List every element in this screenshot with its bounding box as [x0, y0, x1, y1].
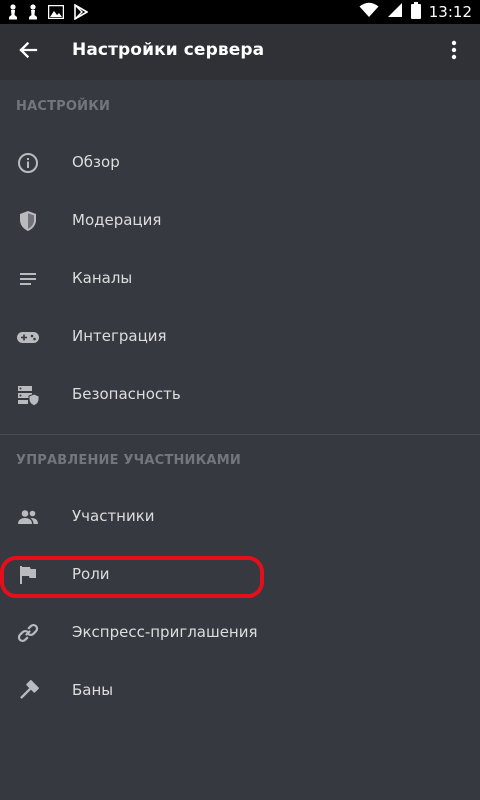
menu-item-label: Участники: [72, 507, 155, 525]
gamepad-icon: [16, 325, 40, 349]
clock: 13:12: [428, 3, 472, 21]
signal-icon: [387, 2, 403, 22]
menu-item-label: Роли: [72, 565, 110, 583]
menu-item-overview[interactable]: Обзор: [0, 134, 480, 192]
info-icon: [16, 151, 40, 175]
menu-item-security[interactable]: Безопасность: [0, 366, 480, 424]
status-bar: 13:12: [0, 0, 480, 24]
status-notifications: [8, 3, 88, 21]
link-icon: [16, 621, 40, 645]
menu-item-bans[interactable]: Баны: [0, 662, 480, 720]
menu-item-instant-invites[interactable]: Экспресс-приглашения: [0, 604, 480, 662]
back-button[interactable]: [8, 32, 48, 72]
chess-pawn-icon: [28, 4, 38, 20]
image-icon: [48, 5, 64, 19]
menu-item-label: Обзор: [72, 153, 120, 171]
menu-item-roles[interactable]: Роли: [0, 546, 480, 604]
flag-icon: [16, 563, 40, 587]
page-title: Настройки сервера: [72, 40, 265, 60]
menu-item-label: Модерация: [72, 211, 162, 229]
shield-icon: [16, 209, 40, 233]
more-vert-icon: [451, 40, 457, 64]
wifi-icon: [359, 2, 379, 22]
section-header-member-management: УПРАВЛЕНИЕ УЧАСТНИКАМИ: [16, 453, 241, 468]
menu-item-channels[interactable]: Каналы: [0, 250, 480, 308]
menu-item-integration[interactable]: Интеграция: [0, 308, 480, 366]
channels-list-icon: [16, 267, 40, 291]
menu-item-label: Каналы: [72, 269, 133, 287]
menu-item-label: Экспресс-приглашения: [72, 623, 258, 641]
more-options-button[interactable]: [436, 32, 472, 72]
menu-item-moderation[interactable]: Модерация: [0, 192, 480, 250]
members-icon: [16, 505, 40, 529]
status-system: 13:12: [359, 1, 472, 23]
chess-pawn-icon: [8, 4, 18, 20]
app-bar: Настройки сервера: [0, 24, 480, 80]
section-header-settings: НАСТРОЙКИ: [16, 99, 111, 114]
play-store-icon: [74, 4, 88, 20]
section-divider: [0, 434, 480, 435]
menu-item-label: Интеграция: [72, 327, 167, 345]
arrow-back-icon: [18, 40, 38, 64]
menu-item-label: Баны: [72, 681, 114, 699]
hammer-icon: [16, 679, 40, 703]
server-shield-icon: [16, 383, 40, 407]
menu-item-members[interactable]: Участники: [0, 488, 480, 546]
battery-icon: [410, 1, 421, 23]
menu-item-label: Безопасность: [72, 385, 181, 403]
